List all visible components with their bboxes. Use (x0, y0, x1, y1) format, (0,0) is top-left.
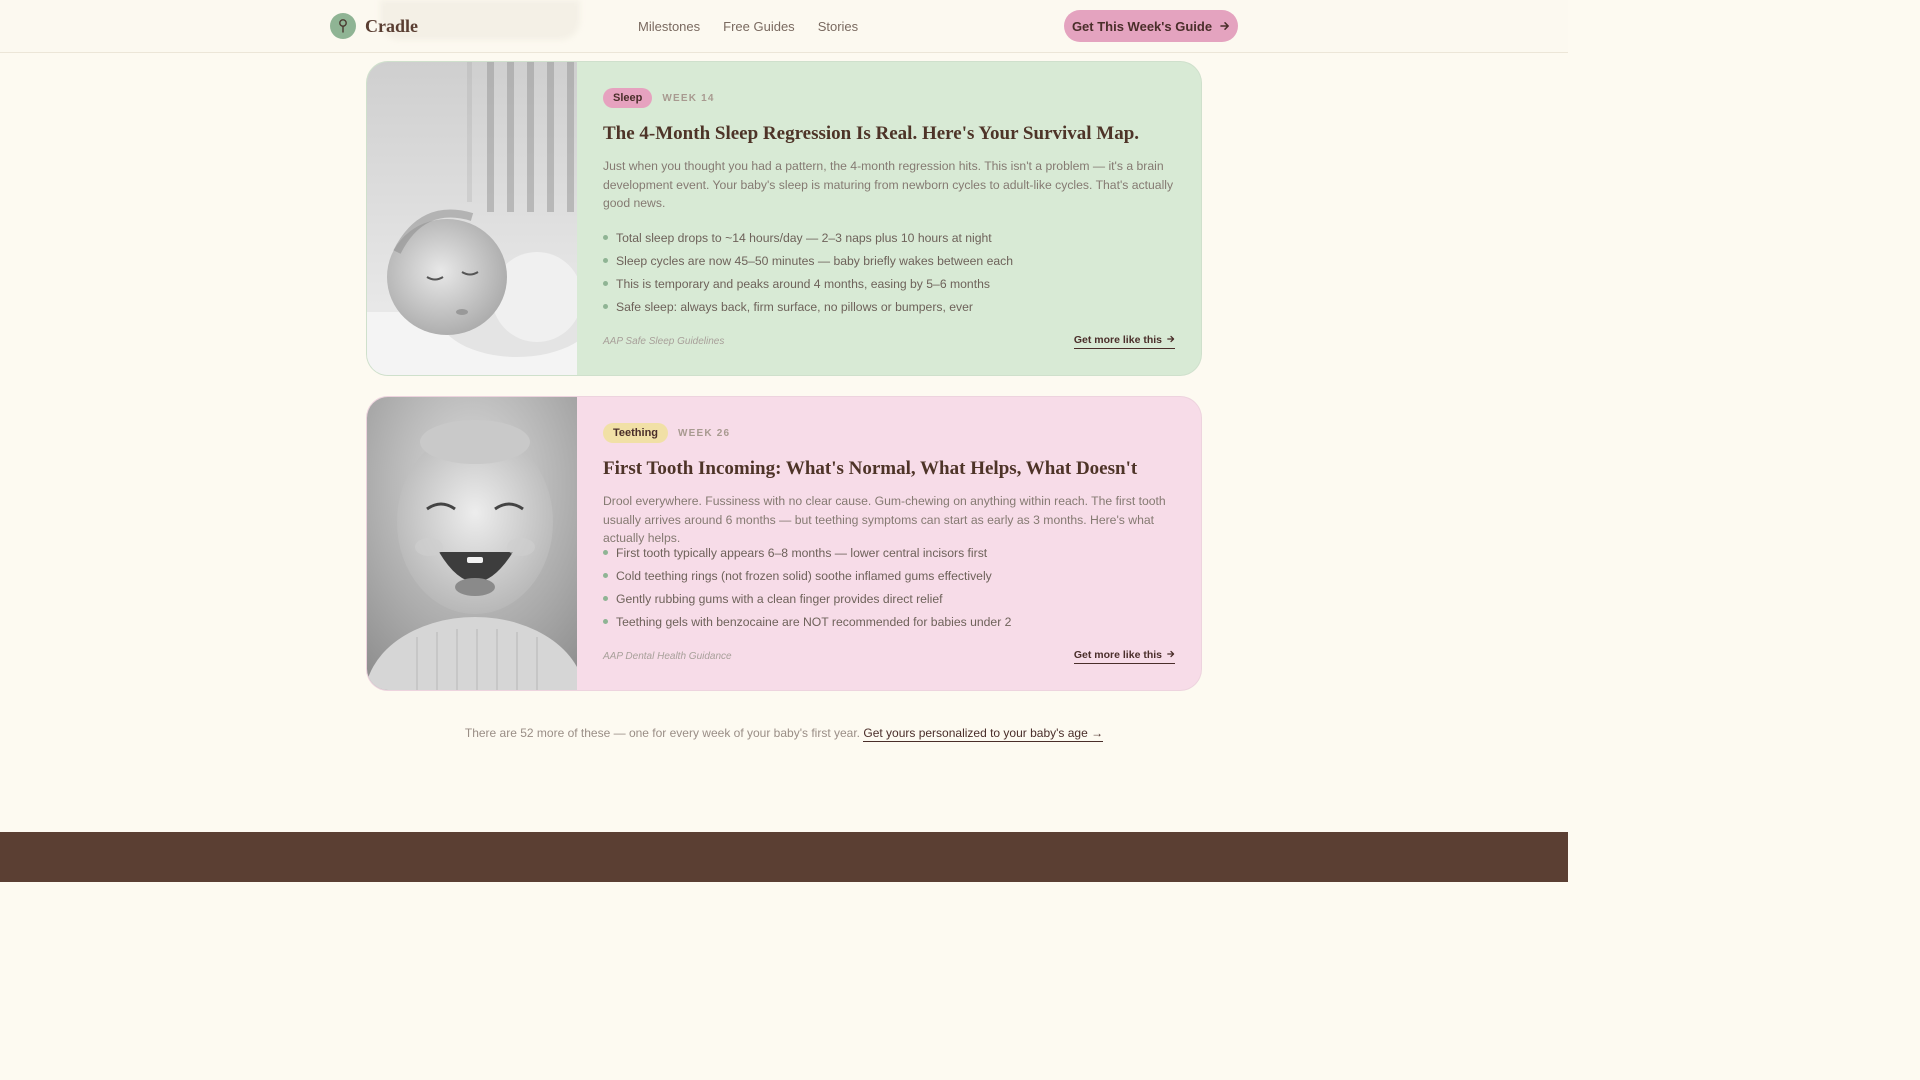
source-citation: AAP Dental Health Guidance (603, 651, 732, 662)
arrow-right-icon (1220, 19, 1230, 34)
card-content: Teething WEEK 26 First Tooth Incoming: W… (577, 397, 1201, 690)
nav-link-milestones[interactable]: Milestones (638, 19, 700, 34)
cta-label: Get This Week's Guide (1071, 18, 1213, 34)
more-guides-text: There are 52 more of these — one for eve… (464, 726, 861, 740)
key-points-list: First tooth typically appears 6–8 months… (603, 545, 1011, 637)
article-description: Just when you thought you had a pattern,… (603, 159, 1174, 211)
key-points-list: Total sleep drops to ~14 hours/day — 2–3… (603, 230, 1013, 322)
card-content: Sleep WEEK 14 The 4-Month Sleep Regressi… (577, 62, 1201, 375)
source-citation: AAP Safe Sleep Guidelines (603, 336, 725, 347)
brand-logo[interactable]: Cradle (330, 13, 418, 39)
list-item: Gently rubbing gums with a clean finger … (603, 591, 1011, 614)
get-weekly-guide-button[interactable]: Get This Week's Guide (1064, 10, 1238, 42)
article-description: Drool everywhere. Fussiness with no clea… (603, 494, 1166, 546)
list-item: First tooth typically appears 6–8 months… (603, 545, 1011, 568)
site-header: Cradle Milestones Free Guides Stories Ge… (0, 0, 1568, 53)
main-nav: Milestones Free Guides Stories (638, 19, 858, 34)
arrow-right-icon (1167, 649, 1175, 661)
list-item: Teething gels with benzocaine are NOT re… (603, 614, 1011, 637)
article-title[interactable]: First Tooth Incoming: What's Normal, Wha… (603, 458, 1177, 480)
category-tag[interactable]: Sleep (603, 88, 653, 108)
get-more-label: Get more like this (1073, 334, 1162, 346)
article-card-teething[interactable]: Teething WEEK 26 First Tooth Incoming: W… (366, 396, 1202, 691)
arrow-right-icon (1167, 334, 1175, 346)
laughing-baby-photo (367, 397, 577, 690)
nav-link-stories[interactable]: Stories (818, 19, 858, 34)
nav-link-free-guides[interactable]: Free Guides (723, 19, 795, 34)
card-meta: Sleep WEEK 14 (603, 88, 715, 108)
list-item: Total sleep drops to ~14 hours/day — 2–3… (603, 230, 1013, 253)
list-item: Safe sleep: always back, firm surface, n… (603, 299, 1013, 322)
list-item: This is temporary and peaks around 4 mon… (603, 276, 1013, 299)
article-title[interactable]: The 4-Month Sleep Regression Is Real. He… (603, 123, 1177, 145)
article-card-sleep[interactable]: Sleep WEEK 14 The 4-Month Sleep Regressi… (366, 61, 1202, 376)
list-item: Cold teething rings (not frozen solid) s… (603, 568, 1011, 591)
get-more-label: Get more like this (1073, 649, 1162, 661)
sleeping-baby-photo (367, 62, 577, 375)
pacifier-icon (330, 13, 356, 39)
personalize-link[interactable]: Get yours personalized to your baby's ag… (863, 726, 1104, 742)
week-label: WEEK 26 (678, 427, 731, 439)
week-label: WEEK 14 (662, 92, 715, 104)
list-item: Sleep cycles are now 45–50 minutes — bab… (603, 253, 1013, 276)
category-tag[interactable]: Teething (603, 423, 669, 443)
card-meta: Teething WEEK 26 (603, 423, 730, 443)
more-guides-note: There are 52 more of these — one for eve… (0, 726, 1568, 742)
site-footer (0, 832, 1568, 882)
get-more-link[interactable]: Get more like this (1073, 649, 1175, 664)
get-more-link[interactable]: Get more like this (1073, 334, 1175, 349)
brand-name: Cradle (365, 15, 418, 36)
